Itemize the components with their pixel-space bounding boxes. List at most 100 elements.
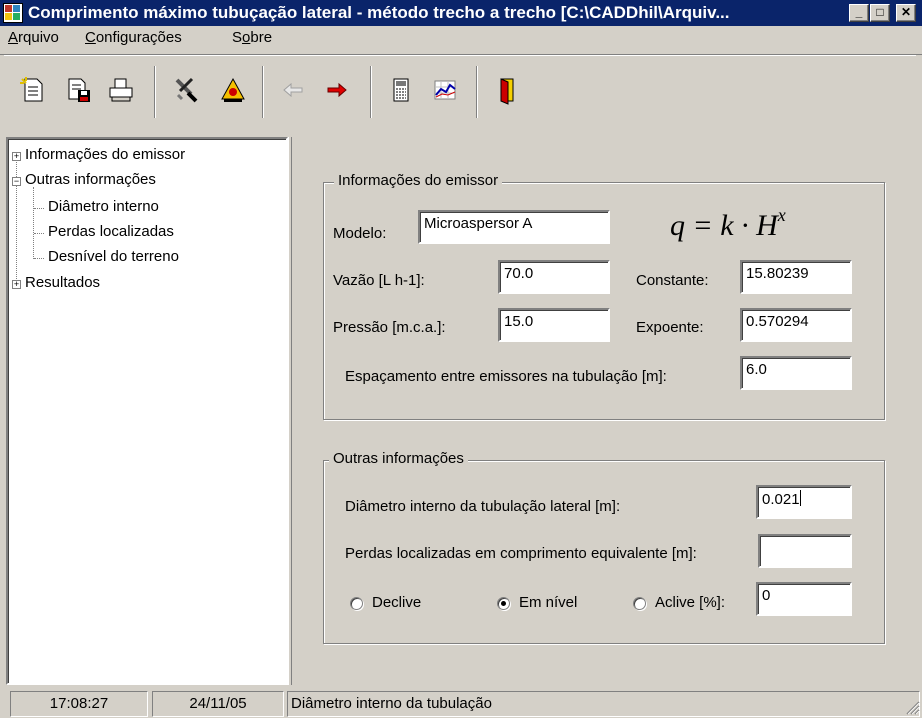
pressao-field[interactable]: 15.0 xyxy=(498,308,610,342)
tree-expand-icon[interactable]: + xyxy=(12,280,21,289)
perdas-field[interactable] xyxy=(758,534,852,568)
calculator-icon xyxy=(393,78,409,102)
menu-bar: Arquivo Configurações Sobre xyxy=(0,27,922,49)
minimize-button[interactable]: _ xyxy=(849,4,869,22)
tree-item-desnivel-terreno[interactable]: Desnível do terreno xyxy=(48,248,179,265)
toolbar xyxy=(0,54,922,136)
tree-connector xyxy=(34,208,44,209)
diametro-label: Diâmetro interno da tubulação lateral [m… xyxy=(345,498,621,515)
forward-arrow-icon xyxy=(327,82,347,98)
declive-label: Declive xyxy=(372,594,422,611)
menu-sobre[interactable]: Sobre xyxy=(232,29,272,46)
forward-button[interactable] xyxy=(320,73,354,107)
toolbar-separator xyxy=(370,66,372,118)
tree-expand-icon[interactable]: + xyxy=(12,152,21,161)
tree-connector xyxy=(33,187,34,259)
maximize-button[interactable]: □ xyxy=(870,4,890,22)
menu-configuracoes[interactable]: Configurações xyxy=(85,29,182,46)
constante-label: Constante: xyxy=(636,272,709,289)
chart-icon xyxy=(434,80,456,100)
resize-grip-icon[interactable] xyxy=(904,699,920,715)
constante-field[interactable]: 15.80239 xyxy=(740,260,852,294)
perdas-label: Perdas localizadas em comprimento equiva… xyxy=(345,545,697,562)
chart-button[interactable] xyxy=(428,73,462,107)
aclive-field[interactable]: 0 xyxy=(756,582,852,616)
menu-arquivo[interactable]: Arquivo xyxy=(8,29,59,46)
formula-exponent: x xyxy=(777,205,786,225)
save-icon xyxy=(68,78,90,102)
exit-button[interactable] xyxy=(490,73,524,107)
radio-selected-dot xyxy=(501,601,506,606)
print-button[interactable] xyxy=(104,73,138,107)
espacamento-label: Espaçamento entre emissores na tubulação… xyxy=(345,368,667,385)
menu-arquivo-label: rquivo xyxy=(18,29,59,46)
toolbar-separator xyxy=(154,66,156,118)
formula-dot: · xyxy=(733,209,757,242)
menu-configuracoes-accel: C xyxy=(85,29,96,46)
close-button[interactable]: ✕ xyxy=(896,4,916,22)
menu-configuracoes-label: onfigurações xyxy=(95,29,182,46)
warning-button[interactable] xyxy=(216,73,250,107)
tree-collapse-icon[interactable]: − xyxy=(12,177,21,186)
pressao-label: Pressão [m.c.a.]: xyxy=(333,319,446,336)
tools-icon xyxy=(175,77,198,103)
calculator-button[interactable] xyxy=(384,73,418,107)
status-time: 17:08:27 xyxy=(10,691,148,717)
expoente-label: Expoente: xyxy=(636,319,704,336)
radio-circle xyxy=(633,597,646,610)
aclive-label: Aclive [%]: xyxy=(655,594,726,611)
splitter[interactable] xyxy=(288,137,292,685)
toolbar-panel xyxy=(4,55,916,135)
menu-arquivo-accel: A xyxy=(8,29,19,46)
back-arrow-icon xyxy=(283,82,303,98)
radio-circle xyxy=(350,597,363,610)
formula-h: H xyxy=(756,209,778,242)
app-icon[interactable] xyxy=(3,3,23,23)
toolbar-separator xyxy=(476,66,478,118)
formula-equals: = xyxy=(685,209,721,242)
new-document-icon xyxy=(20,77,43,102)
em-nivel-label: Em nível xyxy=(519,594,578,611)
tree-item-diametro-interno[interactable]: Diâmetro interno xyxy=(48,198,159,215)
tree-item-informacoes-emissor[interactable]: Informações do emissor xyxy=(25,146,185,163)
formula: q = k · Hx xyxy=(670,205,786,243)
em-nivel-radio[interactable] xyxy=(497,597,512,612)
espacamento-field[interactable]: 6.0 xyxy=(740,356,852,390)
vazao-label: Vazão [L h-1]: xyxy=(333,272,425,289)
vazao-field[interactable]: 70.0 xyxy=(498,260,610,294)
status-date: 24/11/05 xyxy=(152,691,284,717)
status-message: Diâmetro interno da tubulação xyxy=(287,691,920,717)
status-bar: 17:08:27 24/11/05 Diâmetro interno da tu… xyxy=(0,688,922,717)
tree-connector xyxy=(34,258,44,259)
diametro-value: 0.021 xyxy=(762,491,800,508)
save-button[interactable] xyxy=(62,73,96,107)
expoente-field[interactable]: 0.570294 xyxy=(740,308,852,342)
exit-door-icon xyxy=(500,78,514,105)
formula-k: k xyxy=(720,209,734,242)
tree-view[interactable]: + Informações do emissor − Outras inform… xyxy=(6,137,288,685)
emissor-group-title: Informações do emissor xyxy=(334,172,503,189)
new-document-button[interactable] xyxy=(16,73,50,107)
outras-group-title: Outras informações xyxy=(329,450,468,467)
text-caret xyxy=(799,490,801,506)
window-title: Comprimento máximo tubuçação lateral - m… xyxy=(28,3,730,22)
diametro-field[interactable]: 0.021 xyxy=(756,485,852,519)
menu-sobre-label: bre xyxy=(250,29,273,46)
title-bar[interactable]: Comprimento máximo tubuçação lateral - m… xyxy=(0,0,922,26)
modelo-field[interactable]: Microaspersor A xyxy=(418,210,610,244)
tree-item-resultados[interactable]: Resultados xyxy=(25,274,100,291)
declive-radio[interactable] xyxy=(350,597,365,612)
tree-item-perdas-localizadas[interactable]: Perdas localizadas xyxy=(48,223,174,240)
tools-button[interactable] xyxy=(170,73,204,107)
print-icon xyxy=(109,78,133,102)
warning-icon xyxy=(221,77,245,102)
menu-sobre-pre: S xyxy=(232,29,243,46)
back-button[interactable] xyxy=(276,73,310,107)
aclive-radio[interactable] xyxy=(633,597,648,612)
modelo-label: Modelo: xyxy=(333,225,387,242)
toolbar-separator xyxy=(262,66,264,118)
formula-q: q xyxy=(670,209,685,242)
tree-connector xyxy=(34,233,44,234)
tree-item-outras-informacoes[interactable]: Outras informações xyxy=(25,171,156,188)
radio-circle xyxy=(497,597,510,610)
